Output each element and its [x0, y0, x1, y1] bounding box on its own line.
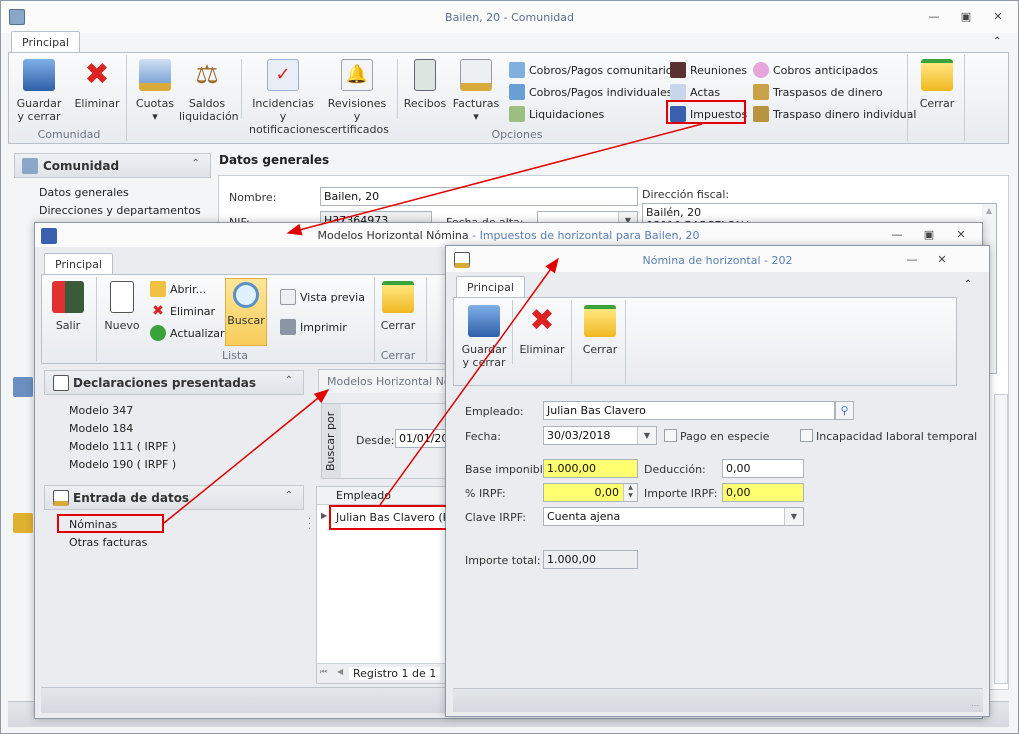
arrow-row-to-nomina	[379, 257, 559, 506]
arrow-impuestos-to-modelos	[286, 123, 703, 236]
annotation-arrows	[163, 123, 703, 524]
arrow-nominas-to-grid	[163, 389, 330, 524]
